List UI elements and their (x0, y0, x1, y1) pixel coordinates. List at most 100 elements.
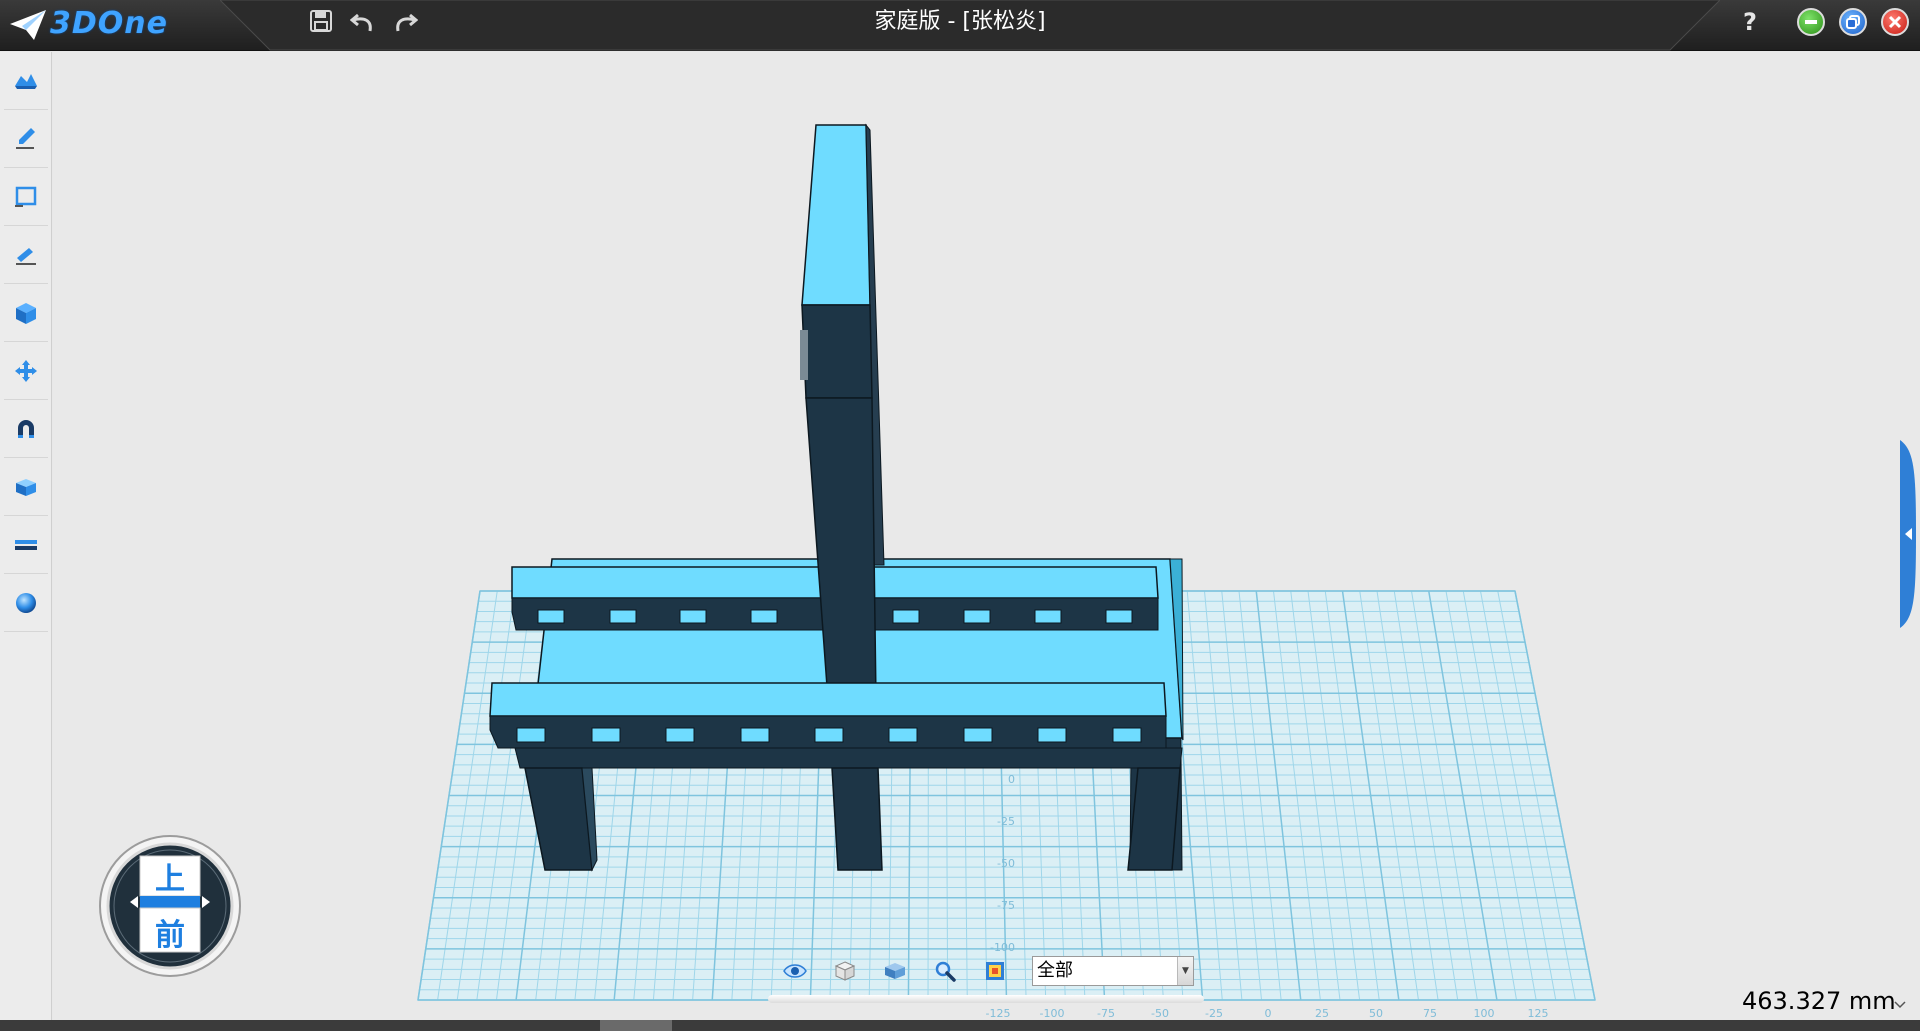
chair-model[interactable] (489, 123, 1184, 872)
grid-x-tick-label: -125 (986, 1007, 1011, 1020)
zoom-magnifier-icon (935, 961, 956, 982)
grid-x-tick-label: 50 (1369, 1007, 1383, 1020)
slat-slot (591, 727, 621, 743)
basic-solid-icon (15, 73, 37, 89)
grid-x-tick-label: 125 (1528, 1007, 1549, 1020)
front-slat-rail[interactable] (489, 682, 1167, 749)
sketch-pen-icon (16, 127, 35, 149)
magnet-icon (18, 419, 34, 438)
chevron-down-icon[interactable]: ▼ (1177, 957, 1193, 985)
slat-slot (665, 727, 695, 743)
material-tool[interactable] (4, 574, 48, 632)
3d-viewport[interactable]: 0 -25 -50 -75 -100 -125 -100 -75 -50 -25 0 25 50 75 1… (53, 52, 1920, 1020)
slat-slot (679, 609, 707, 624)
minimize-button[interactable] (1797, 8, 1825, 36)
measure-tool[interactable] (4, 516, 48, 574)
render-style-button[interactable] (980, 957, 1010, 985)
material-sphere-icon (16, 592, 36, 613)
shaded-view-button[interactable] (880, 957, 910, 985)
chevron-down-icon[interactable] (1893, 998, 1907, 1012)
special-feature-tool[interactable] (4, 284, 48, 342)
scene-canvas[interactable]: 0 -25 -50 -75 -100 -125 -100 -75 -50 -25 0 25 50 75 1… (53, 52, 1920, 1020)
slat-slot (1105, 609, 1133, 624)
grid-y-tick-label: -50 (997, 857, 1015, 870)
status-bar (0, 1020, 1920, 1031)
visibility-button[interactable] (780, 957, 810, 985)
title-bar: 3DOne 家庭版 - [张松炎] ? (0, 0, 1920, 51)
grid-y-tick-label: -25 (997, 815, 1015, 828)
app-logo-text: 3DOne (50, 6, 168, 41)
minimize-icon (1805, 20, 1817, 24)
distance-readout: 463.327 mm (1742, 987, 1896, 1015)
slat-slot (609, 609, 637, 624)
view-cube-front-face[interactable]: 前 (98, 910, 242, 954)
slat-slot (963, 727, 993, 743)
grid-x-tick-label: 75 (1423, 1007, 1437, 1020)
titlebar-wedge (220, 0, 1720, 51)
front-middle-leg[interactable] (831, 767, 883, 871)
filter-select[interactable]: 全部 ▼ (1032, 956, 1194, 986)
bottom-toolbar: 全部 ▼ (780, 953, 1200, 991)
move-tool[interactable] (4, 342, 48, 400)
slat-slot (888, 727, 918, 743)
render-style-icon (986, 962, 1004, 980)
combine-box-icon (16, 478, 36, 496)
slat-slot (1112, 727, 1142, 743)
wireframe-view-button[interactable] (830, 957, 860, 985)
grid-x-tick-label: 100 (1474, 1007, 1495, 1020)
bottom-toolbar-shelf (768, 995, 1204, 1003)
front-right-leg[interactable] (1127, 767, 1181, 871)
close-button[interactable] (1881, 8, 1909, 36)
undo-button[interactable] (348, 6, 378, 36)
view-cube[interactable]: 上 前 (98, 834, 242, 978)
zoom-button[interactable] (930, 957, 960, 985)
sketch-rectangle-tool[interactable] (4, 168, 48, 226)
grid-x-tick-label: -75 (1097, 1007, 1115, 1020)
sketch-rectangle-icon (15, 186, 37, 207)
snap-tool[interactable] (4, 400, 48, 458)
basic-solid-tool[interactable] (4, 52, 48, 110)
filter-select-value: 全部 (1037, 960, 1073, 981)
lower-apron[interactable] (514, 747, 1183, 769)
save-button[interactable] (306, 6, 336, 36)
slat-slot (516, 727, 546, 743)
edit-sketch-icon (16, 247, 36, 265)
view-cube-top-face[interactable]: 上 (98, 854, 242, 898)
shaded-box-icon (885, 963, 905, 979)
undo-icon (350, 13, 372, 32)
redo-button[interactable] (390, 6, 420, 36)
slat-slot (1034, 609, 1062, 624)
help-button[interactable]: ? (1735, 6, 1765, 38)
grid-x-tick-label: 25 (1315, 1007, 1329, 1020)
restore-button[interactable] (1839, 8, 1867, 36)
grid-x-tick-label: -100 (1040, 1007, 1065, 1020)
slat-slot (740, 727, 770, 743)
grid-y-tick-label: 0 (1008, 773, 1015, 786)
move-arrows-icon (15, 359, 37, 382)
grid-x-labels: -125 -100 -75 -50 -25 0 25 50 75 100 125 (986, 1007, 1549, 1020)
slat-slot (750, 609, 778, 624)
paper-plane-logo-icon (10, 10, 46, 40)
slat-slot (814, 727, 844, 743)
measure-ruler-icon (15, 539, 37, 550)
left-toolbar (0, 52, 52, 1020)
restore-icon (1846, 15, 1860, 29)
slat-slot (537, 609, 565, 624)
wireframe-cube-icon (834, 961, 856, 981)
slat-slot (1037, 727, 1067, 743)
visibility-eye-icon (783, 964, 807, 978)
redo-icon (396, 13, 418, 32)
grid-x-tick-label: 0 (1265, 1007, 1272, 1020)
slat-slot (963, 609, 991, 624)
grid-x-tick-label: -50 (1151, 1007, 1169, 1020)
grid-y-tick-label: -75 (997, 899, 1015, 912)
special-feature-cube-icon (16, 302, 36, 324)
combine-tool[interactable] (4, 458, 48, 516)
slat-slot (892, 609, 920, 624)
side-panel-toggle[interactable] (1896, 440, 1920, 628)
edit-sketch-tool[interactable] (4, 226, 48, 284)
horizontal-scrollbar-thumb[interactable] (600, 1020, 672, 1031)
save-icon (310, 10, 332, 32)
sketch-tool[interactable] (4, 110, 48, 168)
close-icon (1888, 15, 1902, 29)
